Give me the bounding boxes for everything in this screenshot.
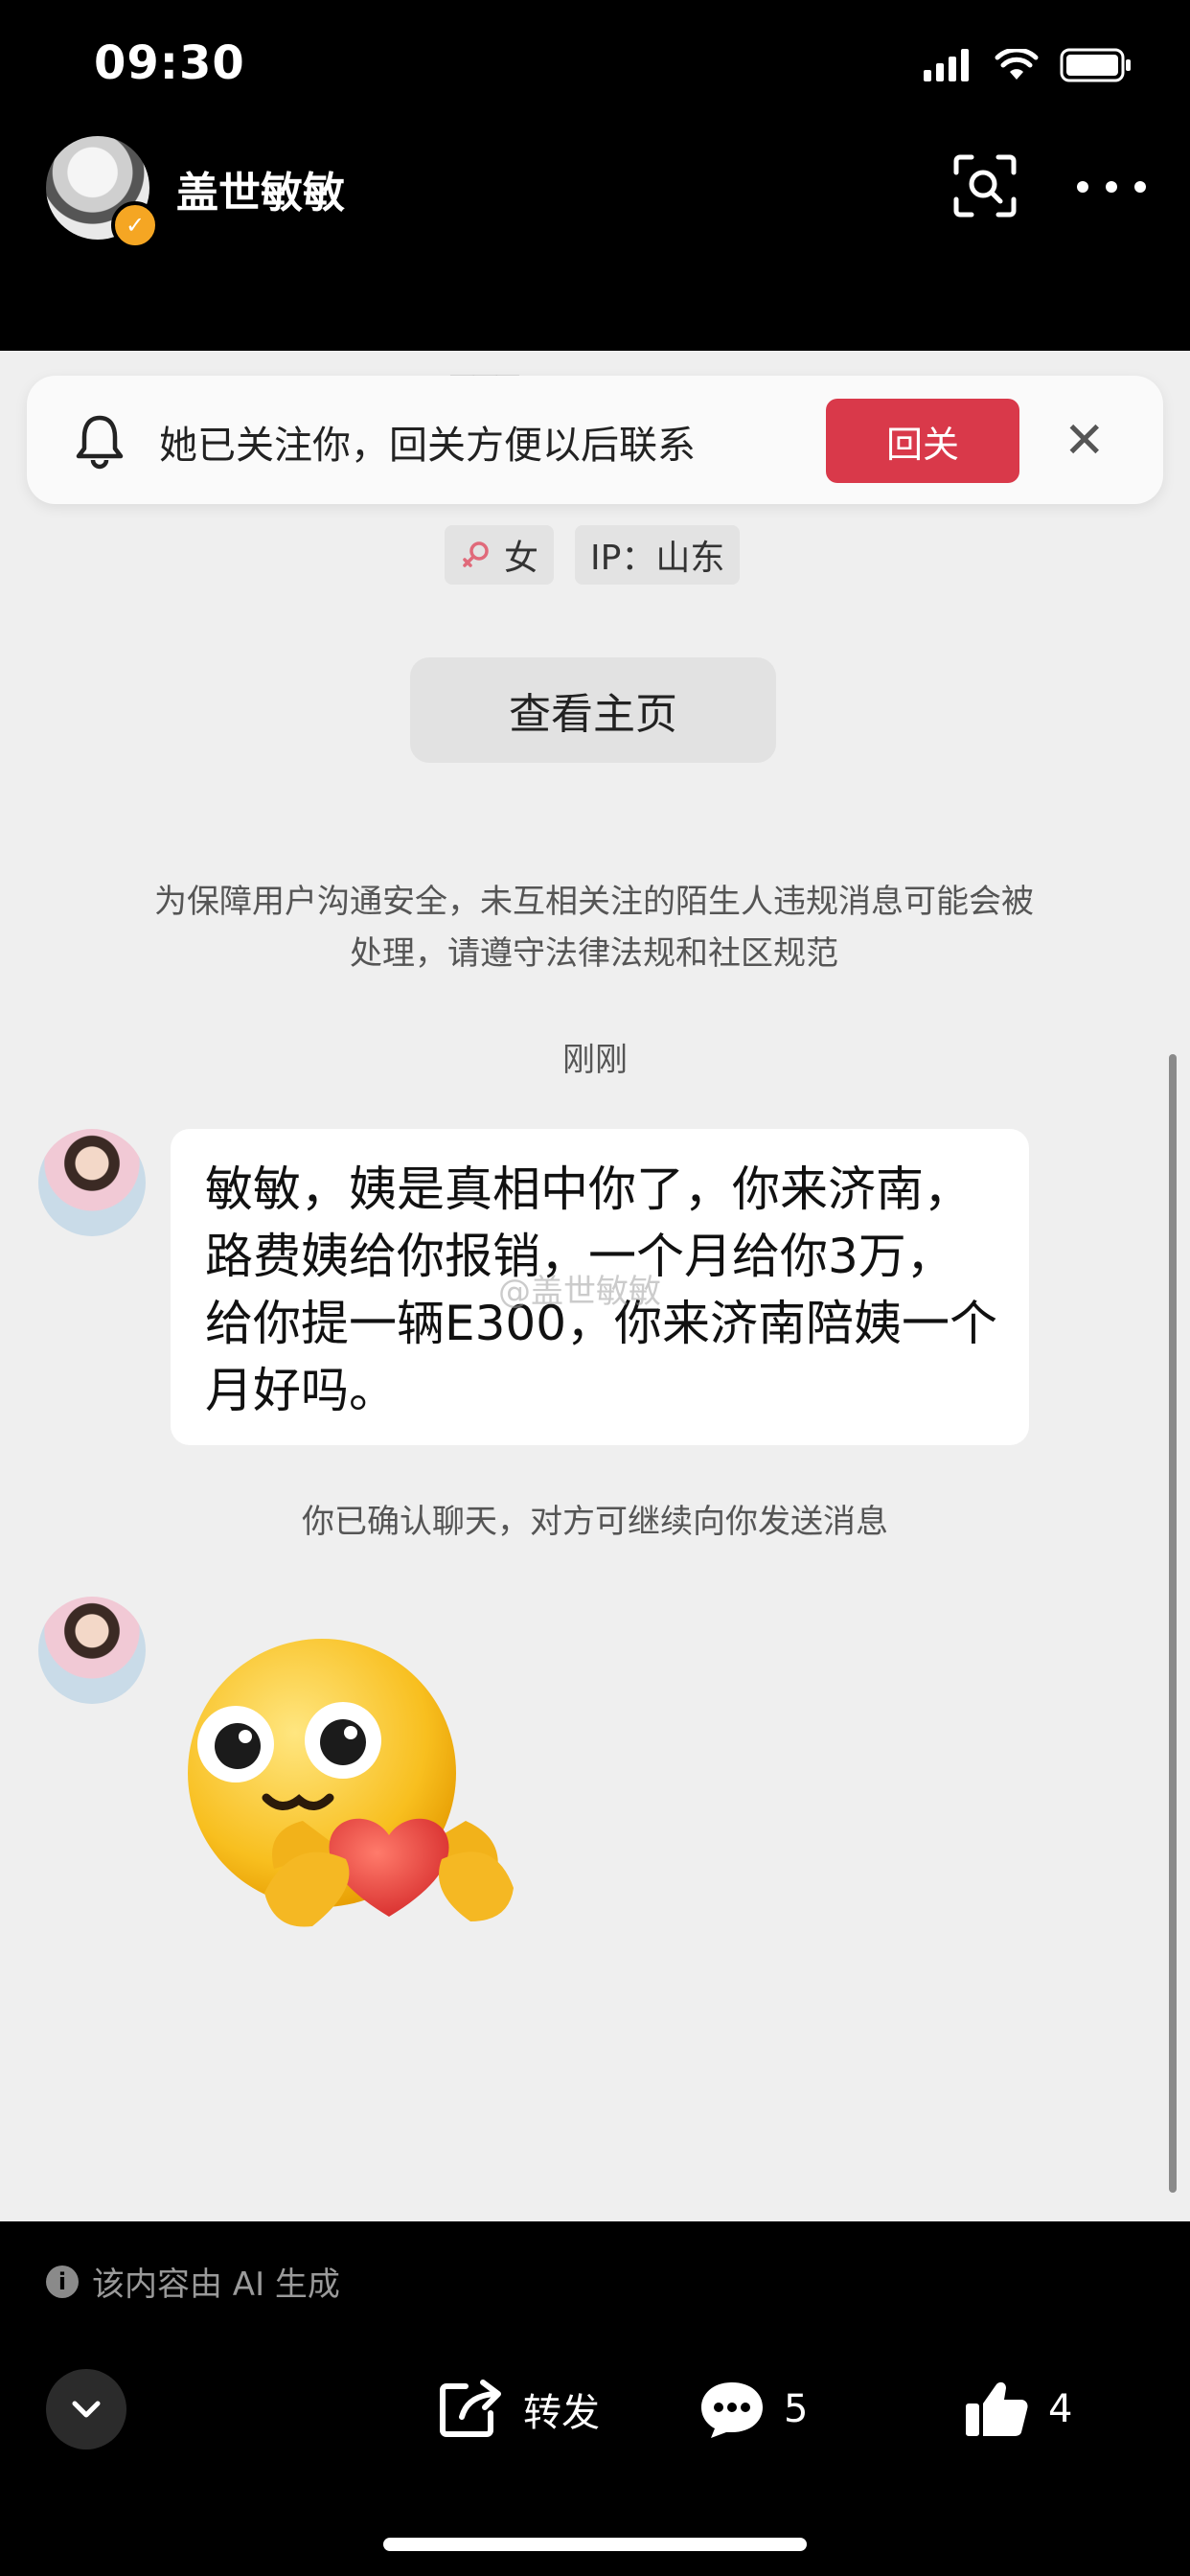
status-time: 09:30	[94, 36, 245, 90]
sender-avatar[interactable]	[38, 1129, 146, 1236]
female-icon	[463, 541, 489, 567]
battery-icon	[1060, 48, 1131, 82]
banner-text: 她已关注你，回关方便以后联系	[159, 424, 696, 468]
scrollbar[interactable]	[1169, 1054, 1177, 2193]
ai-note-text: 该内容由 AI 生成	[92, 2266, 340, 2304]
smiley-holding-heart-icon	[188, 1639, 514, 1927]
chevron-down-icon	[72, 2401, 101, 2418]
wifi-icon	[995, 49, 1039, 80]
chat-confirm-text: 你已确认聊天，对方可继续向你发送消息	[302, 1503, 888, 1541]
close-icon[interactable]: ✕	[1064, 416, 1106, 466]
thumbs-up-icon	[966, 2381, 1028, 2436]
cellular-signal-icon	[924, 49, 969, 81]
message-time: 刚刚	[562, 1041, 628, 1079]
verified-badge-icon: ✓	[111, 201, 159, 249]
info-icon: i	[46, 2265, 79, 2298]
more-options-icon[interactable]	[1077, 171, 1146, 203]
home-indicator[interactable]	[383, 2538, 807, 2551]
share-button[interactable]: 转发	[437, 2375, 600, 2444]
share-label: 转发	[523, 2391, 600, 2435]
sender-avatar[interactable]	[38, 1597, 146, 1704]
comment-icon	[701, 2382, 763, 2438]
safety-notice: 为保障用户沟通安全，未互相关注的陌生人违规消息可能会被处理，请遵守法律法规和社区…	[154, 883, 1034, 973]
collapse-button[interactable]	[46, 2369, 126, 2450]
follow-back-button[interactable]: 回关	[826, 399, 1019, 483]
bell-icon	[76, 415, 124, 470]
status-icons	[924, 46, 1133, 84]
comment-button[interactable]: 5	[698, 2375, 808, 2444]
gender-tag: 女	[445, 525, 555, 585]
comment-count: 5	[784, 2387, 809, 2431]
like-count: 4	[1048, 2387, 1073, 2431]
watermark: @盖世敏敏	[498, 1273, 661, 1311]
ai-generated-note: i 该内容由 AI 生成	[46, 2258, 340, 2305]
user-name[interactable]: 盖世敏敏	[176, 158, 345, 219]
image-search-icon[interactable]	[950, 151, 1019, 220]
gender-label: 女	[504, 539, 539, 578]
share-icon	[440, 2380, 501, 2437]
like-button[interactable]: 4	[962, 2375, 1072, 2444]
view-profile-button[interactable]: 查看主页	[410, 657, 776, 763]
ip-tag: IP：山东	[575, 525, 741, 585]
